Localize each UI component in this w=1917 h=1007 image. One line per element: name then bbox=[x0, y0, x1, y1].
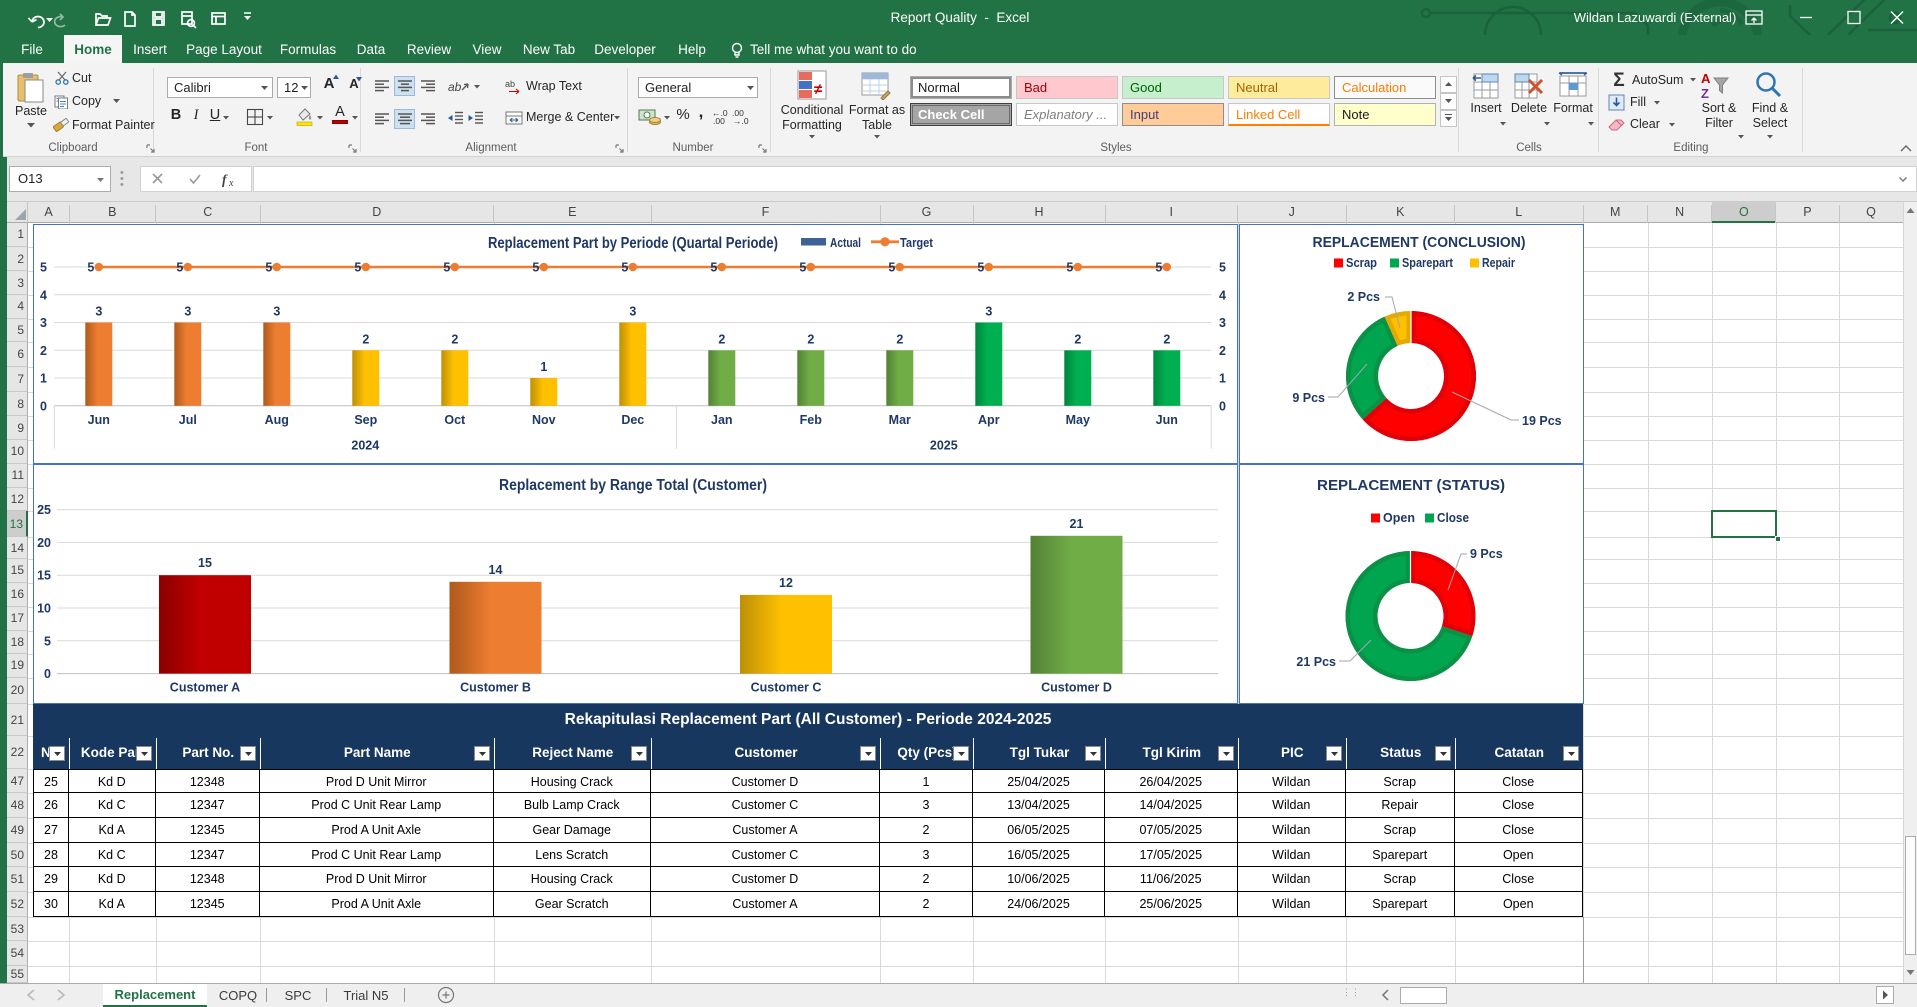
svg-text:2: 2 bbox=[1163, 332, 1170, 346]
svg-text:2: 2 bbox=[718, 332, 725, 346]
svg-text:2: 2 bbox=[451, 332, 458, 346]
svg-text:Target: Target bbox=[900, 236, 934, 250]
svg-text:REPLACEMENT (CONCLUSION): REPLACEMENT (CONCLUSION) bbox=[1313, 235, 1526, 251]
svg-text:9 Pcs: 9 Pcs bbox=[1470, 547, 1503, 561]
svg-text:3: 3 bbox=[95, 305, 102, 319]
svg-text:Aug: Aug bbox=[265, 413, 289, 427]
svg-text:Dec: Dec bbox=[621, 413, 644, 427]
svg-text:f: f bbox=[222, 172, 228, 187]
svg-text:Sparepart: Sparepart bbox=[1402, 256, 1454, 270]
svg-text:10: 10 bbox=[37, 602, 51, 616]
svg-text:5: 5 bbox=[1155, 261, 1162, 275]
svg-text:x: x bbox=[228, 178, 234, 187]
svg-text:1: 1 bbox=[40, 372, 47, 386]
svg-text:Customer C: Customer C bbox=[751, 681, 822, 695]
svg-text:Mar: Mar bbox=[889, 413, 911, 427]
svg-text:5: 5 bbox=[1066, 261, 1073, 275]
svg-text:Jun: Jun bbox=[1156, 413, 1178, 427]
svg-text:Jun: Jun bbox=[88, 413, 110, 427]
svg-text:Customer D: Customer D bbox=[1041, 681, 1112, 695]
svg-text:0: 0 bbox=[40, 399, 47, 413]
svg-text:2025: 2025 bbox=[930, 439, 958, 453]
svg-text:Customer A: Customer A bbox=[170, 681, 240, 695]
svg-text:5: 5 bbox=[44, 634, 51, 648]
svg-text:2: 2 bbox=[1074, 332, 1081, 346]
svg-text:2024: 2024 bbox=[351, 439, 379, 453]
svg-text:Z: Z bbox=[1701, 86, 1709, 100]
svg-text:5: 5 bbox=[977, 261, 984, 275]
svg-text:5: 5 bbox=[621, 261, 628, 275]
svg-text:A: A bbox=[1701, 71, 1711, 86]
svg-text:20: 20 bbox=[37, 536, 51, 550]
svg-text:Actual: Actual bbox=[830, 236, 861, 250]
svg-text:4: 4 bbox=[1219, 288, 1226, 302]
svg-text:Scrap: Scrap bbox=[1346, 256, 1377, 270]
svg-text:5: 5 bbox=[799, 261, 806, 275]
svg-text:5: 5 bbox=[87, 261, 94, 275]
svg-text:21: 21 bbox=[1070, 517, 1084, 531]
svg-text:0: 0 bbox=[1219, 399, 1226, 413]
svg-text:5: 5 bbox=[1219, 261, 1226, 275]
svg-text:2: 2 bbox=[40, 344, 47, 358]
svg-text:Apr: Apr bbox=[978, 413, 1000, 427]
svg-text:2: 2 bbox=[896, 332, 903, 346]
svg-text:2: 2 bbox=[1219, 344, 1226, 358]
svg-text:12: 12 bbox=[779, 576, 793, 590]
svg-text:5: 5 bbox=[532, 261, 539, 275]
svg-text:2: 2 bbox=[807, 332, 814, 346]
svg-text:0: 0 bbox=[44, 667, 51, 681]
svg-text:≠: ≠ bbox=[814, 81, 823, 98]
svg-text:Close: Close bbox=[1437, 511, 1469, 525]
svg-text:4: 4 bbox=[40, 288, 47, 302]
svg-text:ab: ab bbox=[448, 80, 462, 94]
svg-text:1: 1 bbox=[1219, 372, 1226, 386]
svg-text:Nov: Nov bbox=[532, 413, 556, 427]
svg-text:1: 1 bbox=[540, 360, 547, 374]
svg-text:2 Pcs: 2 Pcs bbox=[1347, 290, 1380, 304]
svg-text:21 Pcs: 21 Pcs bbox=[1296, 655, 1336, 669]
svg-text:5: 5 bbox=[443, 261, 450, 275]
svg-text:Feb: Feb bbox=[800, 413, 823, 427]
svg-text:5: 5 bbox=[354, 261, 361, 275]
svg-text:2: 2 bbox=[362, 332, 369, 346]
svg-text:Open: Open bbox=[1383, 511, 1415, 525]
svg-text:14: 14 bbox=[489, 563, 503, 577]
svg-text:Replacement by Range Total (Cu: Replacement by Range Total (Customer) bbox=[499, 477, 767, 494]
svg-text:REPLACEMENT (STATUS): REPLACEMENT (STATUS) bbox=[1317, 478, 1505, 494]
svg-text:15: 15 bbox=[198, 556, 212, 570]
svg-text:3: 3 bbox=[40, 316, 47, 330]
svg-text:5: 5 bbox=[888, 261, 895, 275]
svg-text:3: 3 bbox=[1219, 316, 1226, 330]
svg-text:Jan: Jan bbox=[711, 413, 733, 427]
svg-text:5: 5 bbox=[710, 261, 717, 275]
svg-text:3: 3 bbox=[985, 305, 992, 319]
svg-text:19 Pcs: 19 Pcs bbox=[1522, 414, 1562, 428]
svg-text:Jul: Jul bbox=[179, 413, 197, 427]
svg-text:Customer B: Customer B bbox=[460, 681, 531, 695]
svg-text:Sep: Sep bbox=[354, 413, 377, 427]
svg-text:→.0: →.0 bbox=[733, 116, 749, 125]
svg-text:3: 3 bbox=[629, 305, 636, 319]
svg-text:May: May bbox=[1066, 413, 1090, 427]
svg-text:ab: ab bbox=[505, 79, 515, 89]
svg-text:Oct: Oct bbox=[444, 413, 466, 427]
svg-text:3: 3 bbox=[184, 305, 191, 319]
svg-text:5: 5 bbox=[176, 261, 183, 275]
svg-text:5: 5 bbox=[265, 261, 272, 275]
svg-text:3: 3 bbox=[273, 305, 280, 319]
svg-text:5: 5 bbox=[40, 261, 47, 275]
svg-text:.00: .00 bbox=[713, 116, 725, 125]
svg-text:9 Pcs: 9 Pcs bbox=[1292, 391, 1325, 405]
svg-text:Repair: Repair bbox=[1482, 256, 1515, 270]
svg-text:15: 15 bbox=[37, 569, 51, 583]
svg-text:Replacement Part by Periode (Q: Replacement Part by Periode (Quartal Per… bbox=[488, 235, 778, 252]
svg-text:25: 25 bbox=[37, 503, 51, 517]
